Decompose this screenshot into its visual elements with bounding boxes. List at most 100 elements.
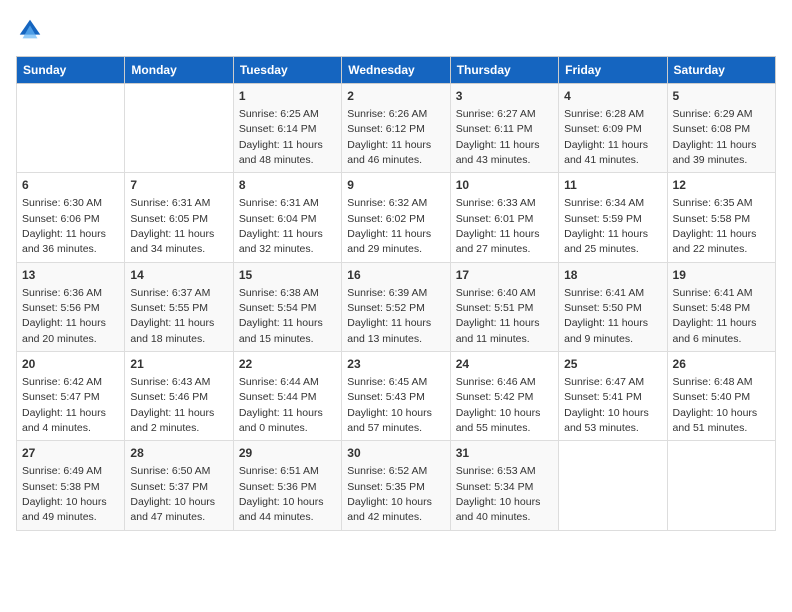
calendar-cell: 22 Sunrise: 6:44 AM Sunset: 5:44 PM Dayli… [233, 352, 341, 441]
col-header-thursday: Thursday [450, 57, 558, 84]
day-info: Sunrise: 6:52 AM Sunset: 5:35 PM Dayligh… [347, 465, 432, 523]
day-number: 26 [673, 356, 770, 373]
day-number: 22 [239, 356, 336, 373]
day-info: Sunrise: 6:27 AM Sunset: 6:11 PM Dayligh… [456, 108, 540, 166]
day-info: Sunrise: 6:38 AM Sunset: 5:54 PM Dayligh… [239, 287, 323, 345]
week-row-5: 27 Sunrise: 6:49 AM Sunset: 5:38 PM Dayli… [17, 441, 776, 530]
calendar-cell: 28Sunrise: 6:50 AM Sunset: 5:37 PM Dayli… [125, 441, 233, 530]
day-number: 8 [239, 177, 336, 194]
day-number: 27 [22, 445, 119, 462]
day-info: Sunrise: 6:34 AM Sunset: 5:59 PM Dayligh… [564, 197, 648, 255]
day-number: 18 [564, 267, 661, 284]
calendar-cell: 10Sunrise: 6:33 AM Sunset: 6:01 PM Dayli… [450, 173, 558, 262]
day-number: 4 [564, 88, 661, 105]
calendar-cell [17, 84, 125, 173]
calendar-cell: 13 Sunrise: 6:36 AM Sunset: 5:56 PM Dayli… [17, 262, 125, 351]
day-info: Sunrise: 6:37 AM Sunset: 5:55 PM Dayligh… [130, 287, 214, 345]
day-info: Sunrise: 6:46 AM Sunset: 5:42 PM Dayligh… [456, 376, 541, 434]
day-info: Sunrise: 6:35 AM Sunset: 5:58 PM Dayligh… [673, 197, 757, 255]
day-number: 10 [456, 177, 553, 194]
day-info: Sunrise: 6:26 AM Sunset: 6:12 PM Dayligh… [347, 108, 431, 166]
day-info: Sunrise: 6:39 AM Sunset: 5:52 PM Dayligh… [347, 287, 431, 345]
day-info: Sunrise: 6:43 AM Sunset: 5:46 PM Dayligh… [130, 376, 214, 434]
col-header-sunday: Sunday [17, 57, 125, 84]
day-number: 13 [22, 267, 119, 284]
calendar-table: SundayMondayTuesdayWednesdayThursdayFrid… [16, 56, 776, 531]
day-info: Sunrise: 6:31 AM Sunset: 6:05 PM Dayligh… [130, 197, 214, 255]
col-header-monday: Monday [125, 57, 233, 84]
day-info: Sunrise: 6:41 AM Sunset: 5:48 PM Dayligh… [673, 287, 757, 345]
calendar-cell: 1Sunrise: 6:25 AM Sunset: 6:14 PM Daylig… [233, 84, 341, 173]
logo [16, 16, 48, 44]
day-number: 20 [22, 356, 119, 373]
calendar-cell [559, 441, 667, 530]
calendar-cell: 12 Sunrise: 6:35 AM Sunset: 5:58 PM Dayli… [667, 173, 775, 262]
day-info: Sunrise: 6:30 AM Sunset: 6:06 PM Dayligh… [22, 197, 106, 255]
calendar-cell: 5 Sunrise: 6:29 AM Sunset: 6:08 PM Daylig… [667, 84, 775, 173]
day-number: 31 [456, 445, 553, 462]
calendar-cell: 25Sunrise: 6:47 AM Sunset: 5:41 PM Dayli… [559, 352, 667, 441]
day-number: 28 [130, 445, 227, 462]
calendar-cell: 19 Sunrise: 6:41 AM Sunset: 5:48 PM Dayli… [667, 262, 775, 351]
calendar-cell: 23 Sunrise: 6:45 AM Sunset: 5:43 PM Dayli… [342, 352, 450, 441]
col-header-saturday: Saturday [667, 57, 775, 84]
day-number: 11 [564, 177, 661, 194]
day-number: 19 [673, 267, 770, 284]
day-number: 12 [673, 177, 770, 194]
calendar-cell: 14 Sunrise: 6:37 AM Sunset: 5:55 PM Dayli… [125, 262, 233, 351]
calendar-cell: 6 Sunrise: 6:30 AM Sunset: 6:06 PM Daylig… [17, 173, 125, 262]
calendar-cell: 31 Sunrise: 6:53 AM Sunset: 5:34 PM Dayli… [450, 441, 558, 530]
calendar-header: SundayMondayTuesdayWednesdayThursdayFrid… [17, 57, 776, 84]
calendar-cell: 3 Sunrise: 6:27 AM Sunset: 6:11 PM Daylig… [450, 84, 558, 173]
day-info: Sunrise: 6:51 AM Sunset: 5:36 PM Dayligh… [239, 465, 324, 523]
day-number: 24 [456, 356, 553, 373]
calendar-cell: 27 Sunrise: 6:49 AM Sunset: 5:38 PM Dayli… [17, 441, 125, 530]
calendar-cell: 9 Sunrise: 6:32 AM Sunset: 6:02 PM Daylig… [342, 173, 450, 262]
calendar-cell: 21 Sunrise: 6:43 AM Sunset: 5:46 PM Dayli… [125, 352, 233, 441]
day-info: Sunrise: 6:29 AM Sunset: 6:08 PM Dayligh… [673, 108, 757, 166]
day-number: 17 [456, 267, 553, 284]
calendar-cell: 24 Sunrise: 6:46 AM Sunset: 5:42 PM Dayli… [450, 352, 558, 441]
calendar-cell: 26 Sunrise: 6:48 AM Sunset: 5:40 PM Dayli… [667, 352, 775, 441]
day-number: 3 [456, 88, 553, 105]
col-header-tuesday: Tuesday [233, 57, 341, 84]
day-number: 7 [130, 177, 227, 194]
day-info: Sunrise: 6:44 AM Sunset: 5:44 PM Dayligh… [239, 376, 323, 434]
day-number: 29 [239, 445, 336, 462]
day-number: 16 [347, 267, 444, 284]
day-number: 23 [347, 356, 444, 373]
day-info: Sunrise: 6:41 AM Sunset: 5:50 PM Dayligh… [564, 287, 648, 345]
day-info: Sunrise: 6:53 AM Sunset: 5:34 PM Dayligh… [456, 465, 541, 523]
day-info: Sunrise: 6:28 AM Sunset: 6:09 PM Dayligh… [564, 108, 648, 166]
day-info: Sunrise: 6:32 AM Sunset: 6:02 PM Dayligh… [347, 197, 431, 255]
calendar-cell: 7 Sunrise: 6:31 AM Sunset: 6:05 PM Daylig… [125, 173, 233, 262]
week-row-3: 13 Sunrise: 6:36 AM Sunset: 5:56 PM Dayli… [17, 262, 776, 351]
logo-icon [16, 16, 44, 44]
day-number: 6 [22, 177, 119, 194]
calendar-cell [125, 84, 233, 173]
calendar-cell [667, 441, 775, 530]
day-number: 21 [130, 356, 227, 373]
calendar-cell: 15Sunrise: 6:38 AM Sunset: 5:54 PM Dayli… [233, 262, 341, 351]
day-info: Sunrise: 6:48 AM Sunset: 5:40 PM Dayligh… [673, 376, 758, 434]
day-info: Sunrise: 6:49 AM Sunset: 5:38 PM Dayligh… [22, 465, 107, 523]
day-number: 14 [130, 267, 227, 284]
day-info: Sunrise: 6:47 AM Sunset: 5:41 PM Dayligh… [564, 376, 649, 434]
day-info: Sunrise: 6:45 AM Sunset: 5:43 PM Dayligh… [347, 376, 432, 434]
week-row-4: 20 Sunrise: 6:42 AM Sunset: 5:47 PM Dayli… [17, 352, 776, 441]
day-number: 2 [347, 88, 444, 105]
day-number: 1 [239, 88, 336, 105]
calendar-cell: 2 Sunrise: 6:26 AM Sunset: 6:12 PM Daylig… [342, 84, 450, 173]
day-info: Sunrise: 6:36 AM Sunset: 5:56 PM Dayligh… [22, 287, 106, 345]
col-header-wednesday: Wednesday [342, 57, 450, 84]
calendar-cell: 11 Sunrise: 6:34 AM Sunset: 5:59 PM Dayli… [559, 173, 667, 262]
calendar-cell: 17 Sunrise: 6:40 AM Sunset: 5:51 PM Dayli… [450, 262, 558, 351]
day-number: 5 [673, 88, 770, 105]
day-info: Sunrise: 6:42 AM Sunset: 5:47 PM Dayligh… [22, 376, 106, 434]
day-number: 9 [347, 177, 444, 194]
week-row-1: 1Sunrise: 6:25 AM Sunset: 6:14 PM Daylig… [17, 84, 776, 173]
col-header-friday: Friday [559, 57, 667, 84]
week-row-2: 6 Sunrise: 6:30 AM Sunset: 6:06 PM Daylig… [17, 173, 776, 262]
day-info: Sunrise: 6:40 AM Sunset: 5:51 PM Dayligh… [456, 287, 540, 345]
calendar-cell: 29 Sunrise: 6:51 AM Sunset: 5:36 PM Dayli… [233, 441, 341, 530]
